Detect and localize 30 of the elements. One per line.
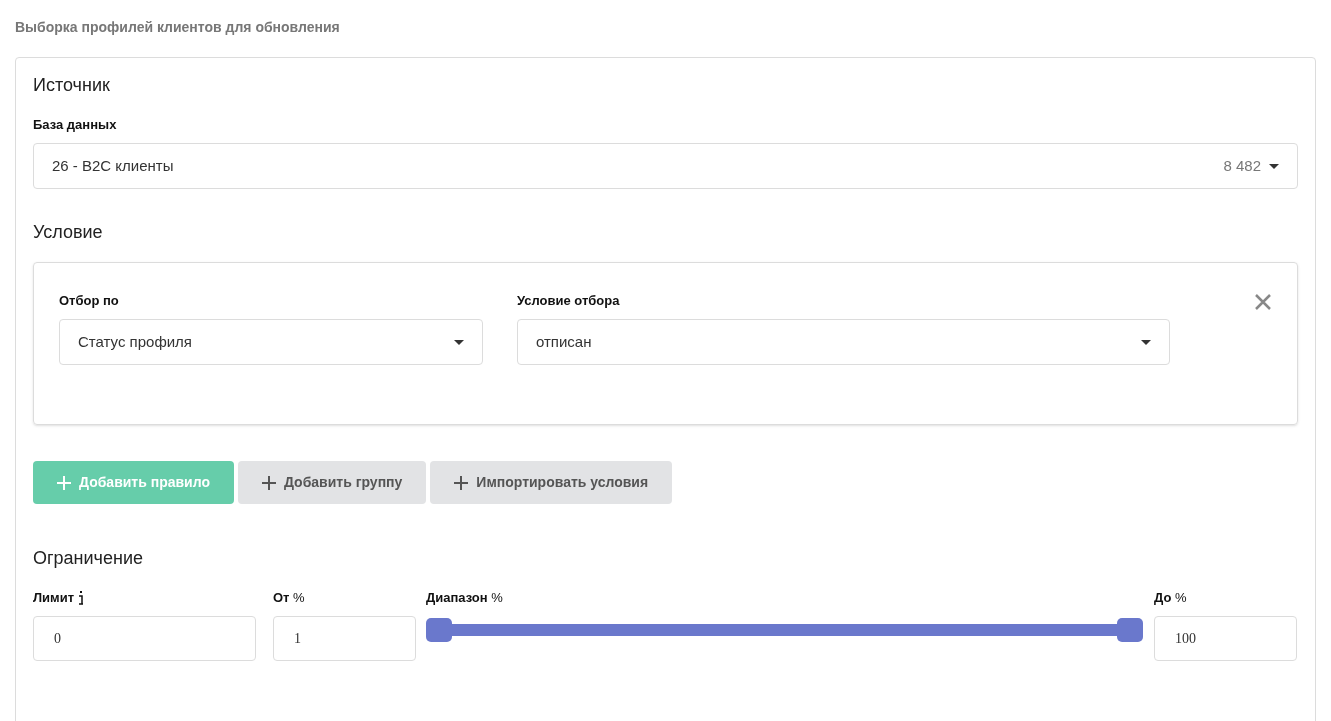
field-label: От % <box>273 589 305 608</box>
field-label: Лимит <box>33 589 75 608</box>
plus-icon <box>454 475 469 490</box>
number-input[interactable]: 1 <box>273 616 416 661</box>
slider-thumb[interactable] <box>426 618 452 642</box>
section-heading: Ограничение <box>33 547 144 570</box>
field-label: Диапазон % <box>426 589 503 608</box>
info-icon[interactable] <box>78 591 85 605</box>
number-input[interactable]: 0 <box>33 616 256 661</box>
page-title: Выборка профилей клиентов для обновления <box>15 18 341 37</box>
field-label: Условие отбора <box>516 292 620 311</box>
slider-thumb[interactable] <box>1117 618 1143 642</box>
plus-icon <box>261 475 276 490</box>
add-button[interactable]: Импортировать условия <box>430 461 673 504</box>
field-label: До % <box>1154 589 1187 608</box>
section-heading: Источник <box>33 74 111 97</box>
record-count: 8 482 <box>1223 155 1261 176</box>
database-select[interactable]: 26 - B2C клиенты 8 482 <box>33 143 1298 189</box>
condition-select[interactable]: отписан <box>516 319 1170 365</box>
field-label: Отбор по <box>59 292 119 311</box>
caret-icon <box>453 339 464 345</box>
close-icon[interactable] <box>1254 293 1272 311</box>
plus-icon <box>57 475 71 490</box>
number-input[interactable]: 100 <box>1154 616 1297 661</box>
add-button[interactable]: Добавить группу <box>237 461 427 504</box>
caret-icon <box>1269 163 1279 169</box>
section-heading: Условие <box>33 221 104 244</box>
filter-select[interactable]: Статус профиля <box>59 319 483 365</box>
caret-icon <box>1141 339 1151 345</box>
field-label: База данных <box>33 116 117 135</box>
